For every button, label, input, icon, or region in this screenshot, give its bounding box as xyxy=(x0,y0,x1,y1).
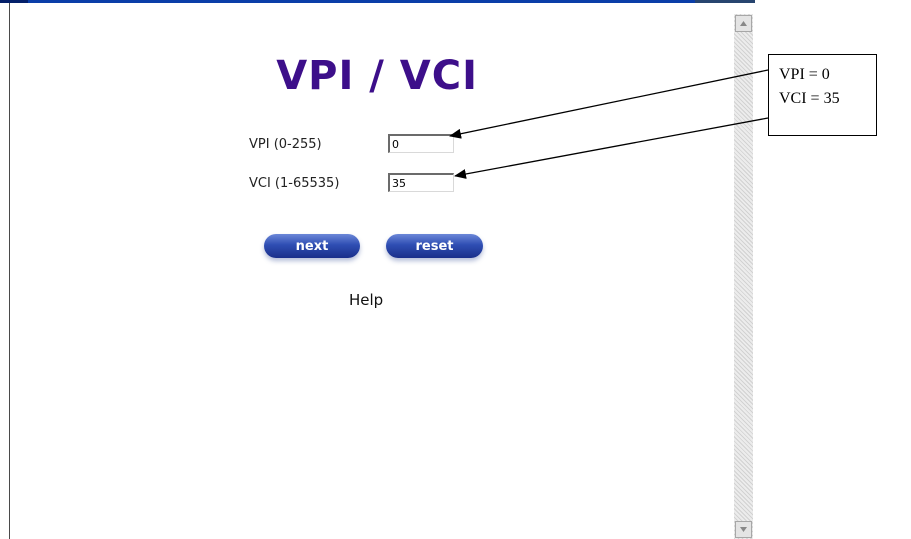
vci-arrow xyxy=(454,117,769,179)
vpi-arrow xyxy=(449,69,769,139)
annotation-arrows xyxy=(449,69,769,179)
